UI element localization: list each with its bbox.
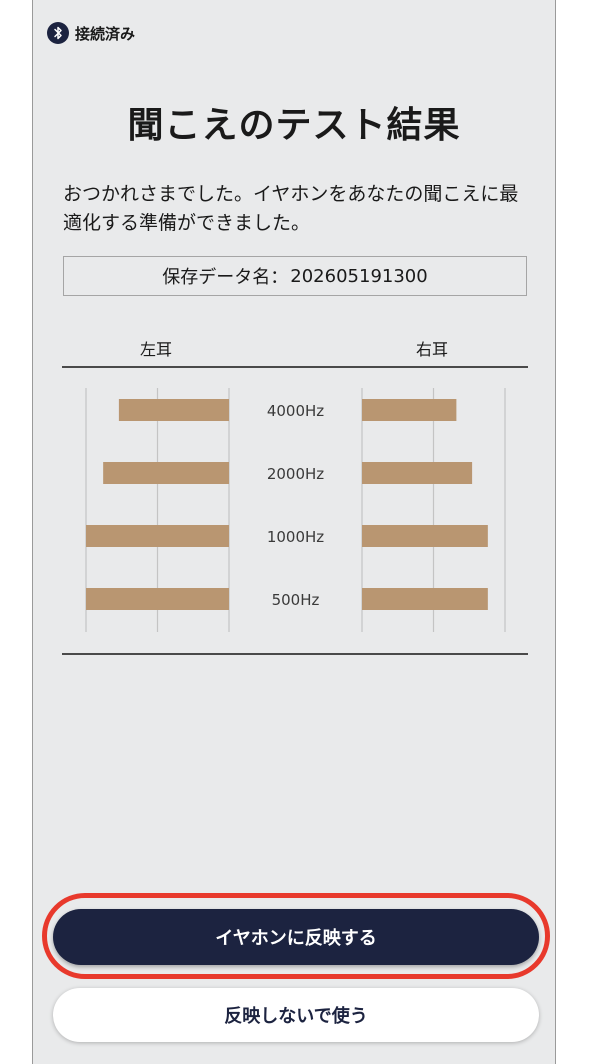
left-ear-bar-4000Hz [118, 399, 229, 421]
right-ear-bar-4000Hz [362, 399, 457, 421]
left-ear-bar-2000Hz [103, 462, 229, 484]
frequency-label-1000Hz: 1000Hz [267, 528, 324, 546]
hearing-result-chart: 4000Hz 2000Hz 1000Hz 500Hz [85, 388, 506, 632]
left-ear-bar-1000Hz [86, 525, 229, 547]
frequency-label-500Hz: 500Hz [272, 591, 320, 609]
chart-bottom-divider [62, 653, 528, 655]
app-screen: 接続済み 聞こえのテスト結果 おつかれさまでした。イヤホンをあなたの聞こえに最適… [32, 0, 556, 1064]
right-ear-bar-2000Hz [362, 462, 473, 484]
right-ear-bar-500Hz [362, 588, 488, 610]
left-ear-bar-500Hz [86, 588, 229, 610]
apply-to-earphones-button[interactable]: イヤホンに反映する [53, 909, 539, 965]
frequency-label-4000Hz: 4000Hz [267, 402, 324, 420]
use-without-applying-button[interactable]: 反映しないで使う [53, 988, 539, 1042]
frequency-label-2000Hz: 2000Hz [267, 465, 324, 483]
right-ear-bar-1000Hz [362, 525, 488, 547]
